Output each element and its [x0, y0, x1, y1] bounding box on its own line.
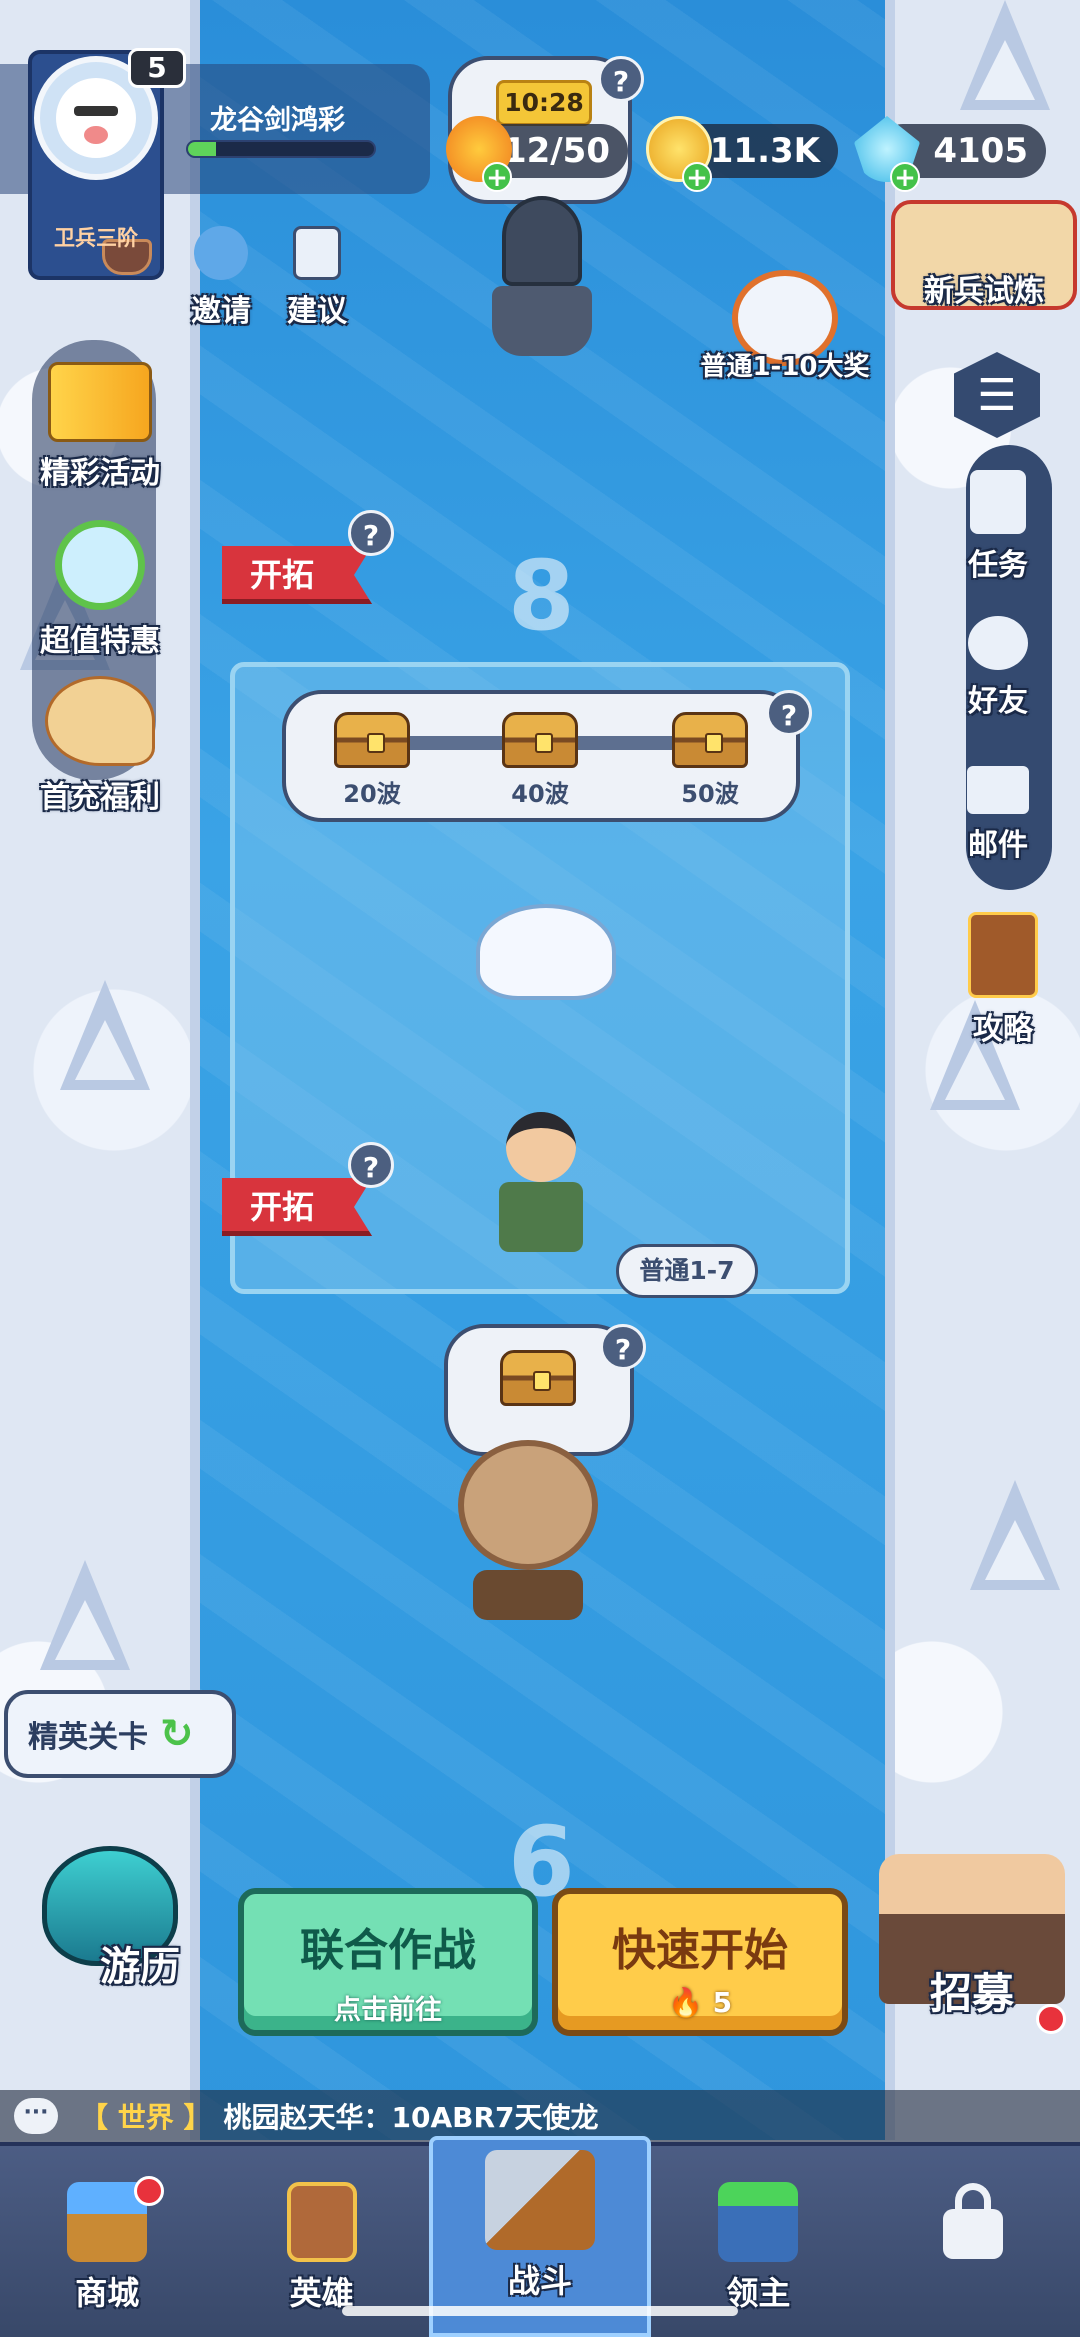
wave-help-icon[interactable]: ?	[766, 690, 812, 736]
recruit-button[interactable]: 招募	[864, 1854, 1080, 2034]
hero-card-icon	[286, 2182, 357, 2262]
chat-message: 桃园赵天华：10ABR7天使龙	[223, 2101, 599, 2134]
ice-wolf-enemy[interactable]	[476, 904, 616, 1000]
reward-preview-button[interactable]: 普通1-10大奖	[690, 270, 880, 383]
co-op-battle-button[interactable]: 联合作战 点击前往	[238, 1888, 538, 2036]
chat-bubble-icon: ···	[14, 2098, 58, 2134]
wizard-boss-character[interactable]	[482, 196, 602, 366]
player-name: 龙谷剑鸿彩	[210, 105, 345, 136]
hero-soldier-character[interactable]	[494, 1112, 588, 1262]
explore-ribbon-top[interactable]: 开拓	[222, 546, 372, 604]
eskimo-enemy-character[interactable]	[448, 1440, 608, 1630]
rank-label: 卫兵三阶	[54, 226, 138, 250]
tree-decoration	[40, 1560, 130, 1670]
travel-button[interactable]: 游历	[10, 1846, 210, 1992]
tree-decoration	[960, 0, 1050, 110]
chest-icon	[502, 712, 578, 768]
lock-icon	[933, 2182, 1013, 2262]
gem-value: 4105	[933, 131, 1028, 171]
guide-button[interactable]: 攻略	[948, 912, 1058, 1048]
chat-channel: 【 世界 】	[80, 2101, 212, 2134]
energy-value: 12/50	[502, 131, 610, 171]
new-recruit-trial-button[interactable]: 新兵试炼	[888, 200, 1080, 310]
xp-fill	[188, 142, 216, 156]
explore-help-icon[interactable]: ?	[348, 510, 394, 556]
gem-counter[interactable]: + 4105	[854, 116, 1046, 192]
friends-button[interactable]: 好友	[960, 616, 1036, 720]
elite-stage-button[interactable]: 精英关卡 ↻	[4, 1690, 236, 1778]
level-badge: 5	[128, 48, 186, 88]
add-energy-button[interactable]: +	[482, 162, 512, 192]
explore-ribbon-bottom[interactable]: 开拓	[222, 1178, 372, 1236]
crossed-weapons-icon	[485, 2150, 596, 2250]
menu-button[interactable]: ☰	[954, 352, 1040, 438]
suggest-button[interactable]: 建议	[282, 226, 352, 330]
treasure-event-icon	[48, 362, 152, 442]
tasks-button[interactable]: 任务	[960, 470, 1036, 584]
tree-decoration	[60, 980, 150, 1090]
chest-icon	[500, 1350, 576, 1406]
quick-start-button[interactable]: 快速开始 🔥 5	[552, 1888, 848, 2036]
flame-icon: 🔥	[667, 1986, 703, 2019]
nav-shop[interactable]: 商城	[0, 2146, 214, 2337]
add-gem-button[interactable]: +	[890, 162, 920, 192]
invite-button[interactable]: 邀请	[186, 226, 256, 330]
mail-button[interactable]: 邮件	[960, 766, 1036, 864]
friends-icon	[968, 616, 1028, 670]
guide-book-icon	[968, 912, 1038, 998]
wave-reward-40[interactable]: 40波	[490, 712, 590, 809]
quick-start-cost: 5	[712, 1986, 733, 2019]
wave-reward-20[interactable]: 20波	[322, 712, 422, 809]
explore-help-icon[interactable]: ?	[348, 1142, 394, 1188]
first-recharge-button[interactable]: 首充福利	[14, 676, 186, 816]
add-gold-button[interactable]: +	[682, 162, 712, 192]
snowman-invite-icon	[194, 226, 248, 280]
lord-banner-icon	[718, 2182, 799, 2262]
phoenix-pet-icon	[45, 676, 155, 766]
wave-reward-50[interactable]: 50波	[660, 712, 760, 809]
gold-counter[interactable]: + 11.3K	[646, 116, 838, 192]
tree-decoration	[970, 1480, 1060, 1590]
current-stage-tag: 普通1-7	[616, 1244, 758, 1298]
refresh-icon: ↻	[160, 1711, 194, 1757]
xp-bar	[186, 140, 376, 158]
reward-help-icon[interactable]: ?	[600, 1324, 646, 1370]
events-button[interactable]: 精彩活动	[14, 362, 186, 492]
help-icon[interactable]: ?	[598, 56, 644, 102]
nav-locked[interactable]	[866, 2146, 1080, 2337]
clipboard-icon	[970, 470, 1026, 534]
feedback-icon	[293, 226, 341, 280]
envelope-icon	[967, 766, 1029, 814]
recruit-notification-dot	[1036, 2004, 1066, 2034]
energy-timer: 10:28	[496, 80, 592, 126]
stage-number-8: 8	[508, 540, 575, 652]
world-chat-bar[interactable]: ··· 【 世界 】 桃园赵天华：10ABR7天使龙	[0, 2090, 1080, 2142]
clock-offer-icon	[55, 520, 145, 610]
hamburger-menu-icon: ☰	[954, 352, 1040, 438]
gold-value: 11.3K	[709, 131, 820, 171]
shop-notification-dot	[134, 2176, 164, 2206]
reward-chest[interactable]	[500, 1350, 576, 1406]
special-offer-button[interactable]: 超值特惠	[14, 520, 186, 660]
energy-counter[interactable]: + 12/50	[446, 116, 628, 192]
chest-icon	[334, 712, 410, 768]
chest-icon	[672, 712, 748, 768]
home-indicator	[342, 2306, 738, 2316]
